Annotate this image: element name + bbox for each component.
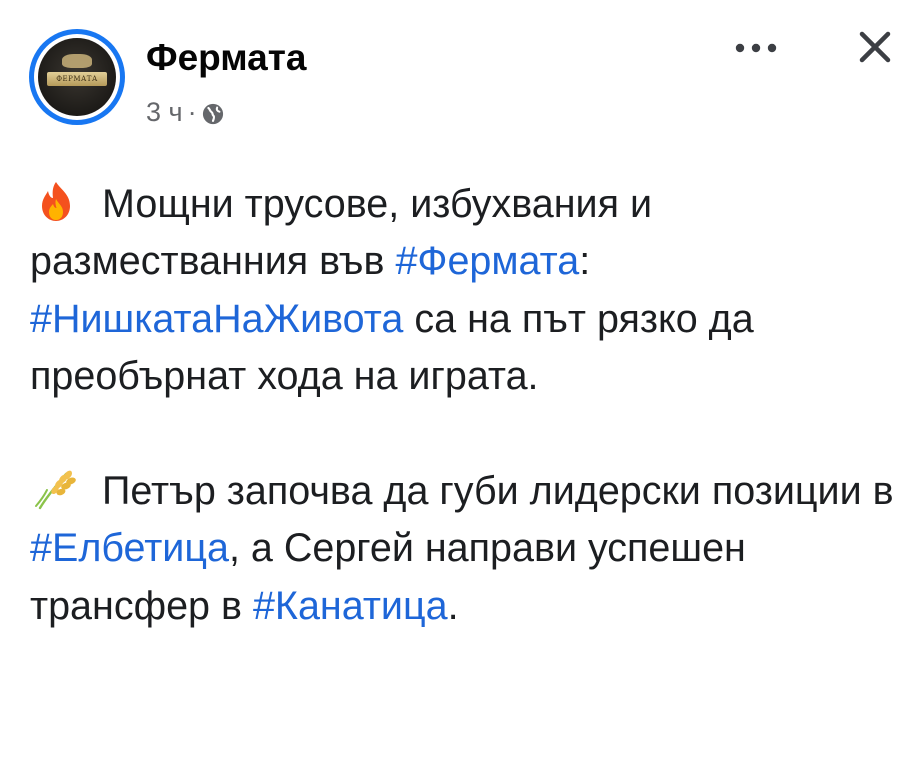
more-horizontal-icon bbox=[735, 43, 777, 53]
hashtag-elbetitsa[interactable]: #Елбетица bbox=[30, 526, 229, 570]
close-button[interactable] bbox=[850, 22, 900, 72]
avatar-logo: ФЕРМАТА bbox=[38, 38, 116, 116]
paragraph-1-text-b: : bbox=[579, 239, 591, 284]
sheaf-of-rice-emoji-icon bbox=[30, 466, 82, 510]
avatar-frame: ФЕРМАТА bbox=[34, 34, 120, 120]
avatar-label: ФЕРМАТА bbox=[56, 75, 98, 84]
meta-separator: · bbox=[187, 96, 197, 127]
page-avatar[interactable]: ФЕРМАТА bbox=[29, 29, 125, 125]
paragraph-2-text-a: Петър започва да губи лидерски позиции в bbox=[102, 469, 894, 514]
post-message: Мощни трусове, избухвания и разместванни… bbox=[30, 176, 900, 635]
post-paragraph-2: Петър започва да губи лидерски позиции в… bbox=[30, 463, 900, 635]
more-options-button[interactable] bbox=[728, 28, 784, 68]
hashtag-nishkata-na-zhivota[interactable]: #НишкатаНаЖивота bbox=[30, 297, 403, 341]
avatar-plaque: ФЕРМАТА bbox=[47, 72, 107, 87]
globe-icon[interactable] bbox=[202, 101, 224, 125]
hashtag-kanatitsa[interactable]: #Канатица bbox=[253, 584, 448, 628]
paragraph-2-text-c: . bbox=[447, 583, 459, 628]
bull-logo-icon bbox=[62, 53, 92, 68]
post-paragraph-1: Мощни трусове, избухвания и разместванни… bbox=[30, 176, 900, 406]
page-name[interactable]: Фермата bbox=[146, 32, 306, 84]
post-meta: 3 ч · bbox=[146, 94, 224, 130]
hashtag-fermata[interactable]: #Фермата bbox=[395, 239, 579, 283]
facebook-post: ФЕРМАТА Фермата 3 ч · Мощни трусове, изб… bbox=[0, 0, 920, 765]
fire-emoji-icon bbox=[30, 179, 82, 223]
post-time[interactable]: 3 ч bbox=[146, 97, 183, 128]
close-icon bbox=[859, 31, 891, 63]
